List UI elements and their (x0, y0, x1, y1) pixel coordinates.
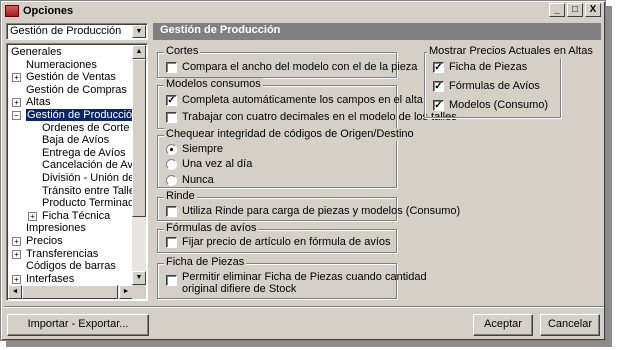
tree-item[interactable]: Tránsito entre Talleres (42, 185, 134, 198)
tree-item[interactable]: Baja de Avíos (42, 134, 109, 147)
tree-item[interactable]: Transferencias (26, 248, 98, 261)
group-chequear-integridad: Chequear integridad de códigos de Origen… (157, 128, 416, 188)
scroll-left-icon[interactable]: ◄ (8, 285, 22, 299)
checkbox-box[interactable]: ✓ (433, 99, 444, 111)
module-select-value: Gestión de Producción (10, 25, 122, 37)
checkbox-box[interactable] (166, 111, 177, 123)
section-header: Gestión de Producción (153, 23, 601, 40)
tree-item[interactable]: Cancelación de Avíos (42, 159, 134, 172)
tree-item[interactable]: Gestión de Producción (26, 109, 134, 122)
checkbox-box[interactable]: ✓ (433, 80, 444, 92)
tree-item[interactable]: Códigos de barras (26, 260, 116, 273)
tree-item[interactable]: Gestión de Compras (26, 84, 127, 97)
tree-item[interactable]: Ordenes de Corte (42, 122, 129, 135)
import-export-button[interactable]: Importar - Exportar... (7, 314, 149, 336)
group-title: Ficha de Piezas (164, 256, 247, 269)
group-rinde: Rinde Utiliza Rinde para carga de piezas… (157, 190, 460, 221)
checkbox-formulas-avios[interactable]: ✓ Fórmulas de Avíos (433, 80, 540, 92)
checkbox-modelos-consumo[interactable]: ✓ Modelos (Consumo) (433, 99, 548, 111)
tree-item[interactable]: Generales (11, 46, 62, 59)
tree-item[interactable]: División - Unión de mode (42, 172, 134, 185)
tree-item[interactable]: Numeraciones (26, 59, 97, 72)
h-scroll-thumb[interactable] (22, 285, 118, 299)
app-icon (5, 5, 19, 17)
checkbox-box[interactable] (166, 61, 177, 73)
window-title: Opciones (23, 5, 74, 17)
checkbox-fijar-precio[interactable]: Fijar precio de artículo en fórmula de a… (166, 236, 391, 248)
group-ficha-piezas: Ficha de Piezas Permitir eliminar Ficha … (157, 256, 427, 299)
expand-icon[interactable]: + (12, 237, 21, 246)
checkbox-compara-ancho[interactable]: Compara el ancho del modelo con el de la… (166, 61, 417, 73)
tree-item[interactable]: Gestión de Ventas (26, 71, 116, 84)
group-formulas-avios: Fórmulas de avíos Fijar precio de artícu… (157, 222, 397, 253)
scroll-thumb[interactable] (132, 59, 146, 217)
permitir-eliminar-line2: original difiere de Stock (182, 283, 297, 295)
scroll-down-icon[interactable]: ▼ (132, 271, 146, 285)
group-cortes: Cortes Compara el ancho del modelo con e… (157, 45, 417, 78)
group-title: Chequear integridad de códigos de Origen… (164, 128, 416, 141)
tree-item[interactable]: Entrega de Avíos (42, 147, 126, 160)
group-mostrar-precios: Mostrar Precios Actuales en Altas ✓ Fich… (424, 45, 595, 118)
checkbox-box[interactable]: ✓ (433, 61, 444, 73)
group-title: Cortes (164, 45, 201, 58)
collapse-icon[interactable]: − (12, 111, 21, 120)
tree-item[interactable]: Precios (26, 235, 63, 248)
tree-item[interactable]: Producto Terminado (42, 197, 134, 210)
footer-divider (4, 306, 604, 308)
options-tree[interactable]: Generales Numeraciones + Gestión de Ventas G… (6, 43, 148, 301)
checkbox-permitir-eliminar[interactable]: Permitir eliminar Ficha de Piezas cuando… (166, 271, 427, 295)
checkbox-utiliza-rinde[interactable]: Utiliza Rinde para carga de piezas y mod… (166, 205, 460, 217)
close-button[interactable]: X (585, 3, 601, 17)
options-window: Opciones _ □ X Gestión de Producción ▼ G… (0, 0, 606, 341)
expand-icon[interactable]: + (12, 274, 21, 284)
tree-item[interactable]: Interfases (26, 273, 74, 285)
scroll-right-icon[interactable]: ► (119, 285, 133, 299)
expand-icon[interactable]: + (28, 211, 37, 221)
checkbox-box[interactable] (166, 275, 177, 286)
radio-siempre[interactable]: Siempre (166, 143, 223, 155)
checkbox-box[interactable]: ✓ (166, 94, 177, 106)
radio-dot[interactable] (166, 143, 177, 155)
tree-item[interactable]: Ficha Técnica (42, 210, 110, 223)
tree-item[interactable]: Altas (26, 96, 50, 109)
radio-dot[interactable] (166, 158, 177, 170)
minimize-button[interactable]: _ (549, 3, 565, 17)
group-title: Fórmulas de avíos (164, 222, 259, 235)
radio-nunca[interactable]: Nunca (166, 174, 214, 186)
permitir-eliminar-line1: Permitir eliminar Ficha de Piezas cuando… (182, 271, 427, 283)
checkbox-box[interactable] (166, 205, 177, 217)
group-title: Mostrar Precios Actuales en Altas (427, 45, 595, 58)
tree-horizontal-scrollbar[interactable]: ◄ ► (8, 285, 133, 299)
checkbox-completa-automaticamente[interactable]: ✓ Completa automáticamente los campos en… (166, 94, 423, 106)
group-title: Rinde (164, 190, 197, 203)
checkbox-ficha-piezas[interactable]: ✓ Ficha de Piezas (433, 61, 527, 73)
cancel-button[interactable]: Cancelar (540, 314, 600, 336)
title-bar[interactable]: Opciones _ □ X (3, 3, 603, 19)
checkbox-cuatro-decimales[interactable]: Trabajar con cuatro decimales en el mode… (166, 111, 457, 123)
tree-item[interactable]: Impresiones (26, 222, 86, 235)
tree-vertical-scrollbar[interactable]: ▲ ▼ (132, 45, 146, 285)
chevron-down-icon[interactable]: ▼ (132, 25, 146, 38)
expand-icon[interactable]: + (12, 73, 21, 83)
radio-una-vez-al-dia[interactable]: Una vez al día (166, 158, 252, 170)
expand-icon[interactable]: + (12, 249, 21, 259)
radio-dot[interactable] (166, 174, 177, 186)
group-title: Modelos consumos (164, 78, 263, 91)
module-select[interactable]: Gestión de Producción ▼ (6, 23, 148, 40)
group-modelos-consumos: Modelos consumos ✓ Completa automáticame… (157, 78, 457, 129)
accept-button[interactable]: Aceptar (473, 314, 533, 336)
maximize-button[interactable]: □ (567, 3, 583, 17)
scroll-up-icon[interactable]: ▲ (132, 45, 146, 59)
checkbox-box[interactable] (166, 236, 177, 248)
expand-icon[interactable]: + (12, 98, 21, 108)
